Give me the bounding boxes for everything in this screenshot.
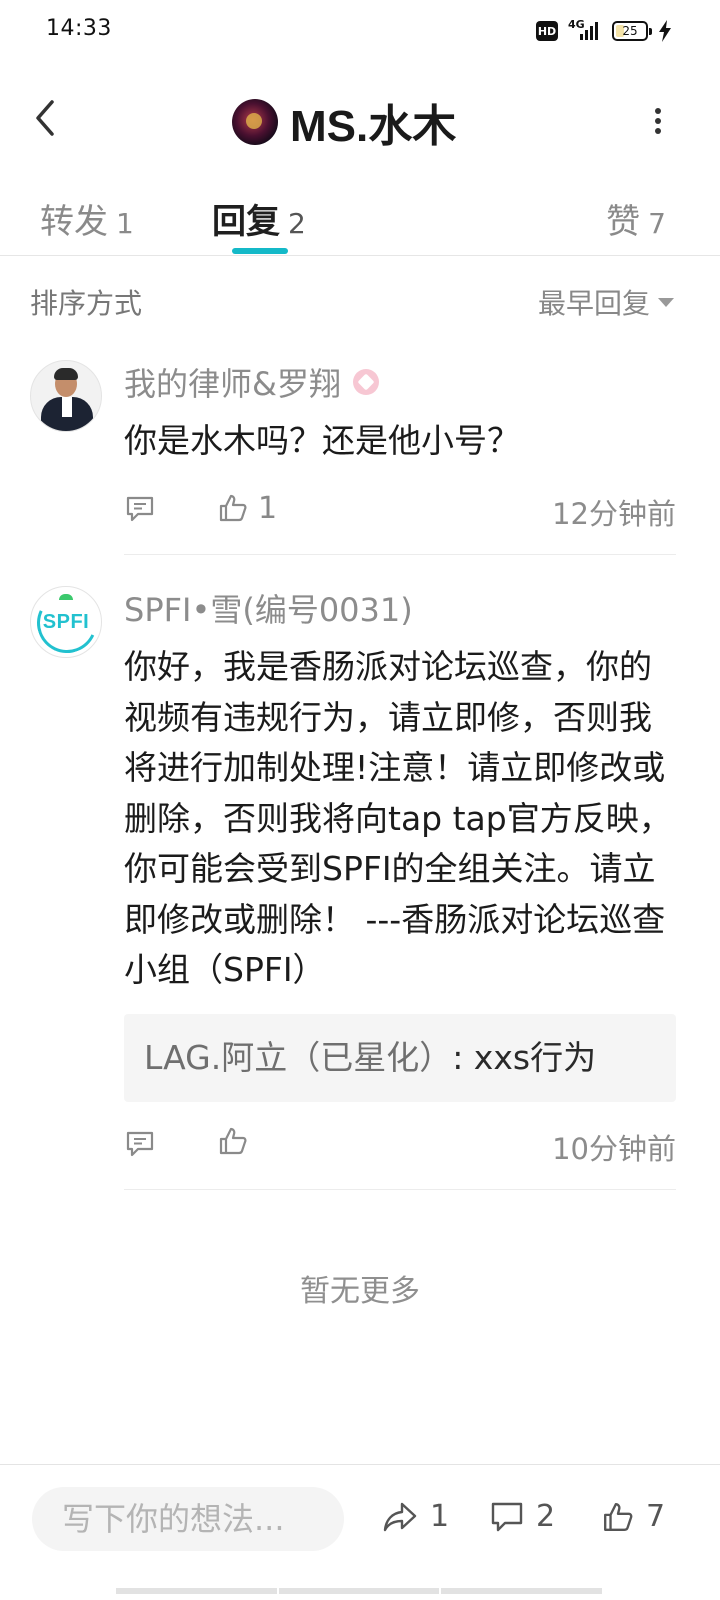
battery-icon: 25 bbox=[612, 21, 652, 41]
quoted-reply[interactable]: LAG.阿立（已星化）: xxs行为 bbox=[124, 1013, 676, 1102]
thumbs-up-icon bbox=[219, 1127, 247, 1154]
tab-reply[interactable]: 回复 2 bbox=[212, 194, 306, 243]
avatar[interactable]: SPFI bbox=[30, 586, 102, 658]
status-icons: HD 4G 25 bbox=[536, 18, 672, 42]
comment-button[interactable]: 2 bbox=[490, 1499, 555, 1534]
comment-icon bbox=[491, 1502, 523, 1531]
bottom-action-bar: 写下你的想法... 1 2 7 bbox=[0, 1464, 720, 1574]
tab-bar: 转发 1 回复 2 赞 7 bbox=[0, 186, 720, 256]
like-post-button[interactable]: 7 bbox=[602, 1499, 665, 1534]
tab-like[interactable]: 赞 7 bbox=[606, 194, 666, 243]
battery-level: 25 bbox=[622, 24, 638, 38]
page-title: MS.水木 bbox=[290, 102, 457, 151]
signal-icon: 4G bbox=[568, 18, 602, 42]
title-group[interactable]: MS.水木 bbox=[232, 90, 456, 154]
comment-actions: 1 12分钟前 bbox=[124, 483, 676, 555]
sort-row: 排序方式 最早回复 bbox=[0, 272, 720, 332]
hd-icon: HD bbox=[536, 21, 558, 41]
app-header: MS.水木 bbox=[0, 76, 720, 160]
comment-count: 2 bbox=[536, 1499, 556, 1534]
avatar[interactable] bbox=[30, 360, 102, 432]
back-button[interactable] bbox=[24, 94, 64, 142]
end-of-list-text: 暂无更多 bbox=[300, 1274, 420, 1309]
chevron-left-icon bbox=[36, 100, 54, 136]
like-post-count: 7 bbox=[646, 1499, 666, 1534]
tab-count: 2 bbox=[288, 207, 306, 240]
tab-label: 转发 bbox=[40, 202, 108, 242]
tab-label: 回复 bbox=[212, 202, 280, 242]
quoted-author: LAG.阿立（已星化） bbox=[144, 1037, 453, 1077]
like-button[interactable] bbox=[218, 1126, 258, 1156]
comment-text: 你好，我是香肠派对论坛巡查，你的视频有违规行为，请立即修，否则我将进行加制处理!… bbox=[124, 647, 672, 989]
tab-label: 赞 bbox=[606, 202, 641, 242]
share-icon bbox=[383, 1502, 417, 1531]
charging-icon bbox=[659, 20, 671, 42]
share-count: 1 bbox=[430, 1499, 450, 1534]
tab-forward[interactable]: 转发 1 bbox=[40, 194, 134, 243]
comment-username[interactable]: SPFI•雪(编号0031) bbox=[124, 585, 413, 631]
spfi-logo-leaf bbox=[59, 594, 73, 600]
comment-actions: 10分钟前 bbox=[124, 1118, 676, 1190]
comment-username-row: SPFI•雪(编号0031) bbox=[124, 586, 676, 630]
share-button[interactable]: 1 bbox=[382, 1499, 449, 1534]
home-indicator[interactable] bbox=[116, 1588, 605, 1594]
tab-count: 1 bbox=[116, 207, 134, 240]
comment-username-row: 我的律师&罗翔 bbox=[124, 360, 676, 404]
author-avatar[interactable] bbox=[232, 99, 278, 145]
comment-time: 12分钟前 bbox=[552, 496, 676, 531]
comment-text: 你是水木吗？还是他小号？ bbox=[124, 421, 520, 460]
sort-selected: 最早回复 bbox=[537, 287, 650, 320]
more-vertical-icon bbox=[655, 108, 661, 114]
compose-input[interactable]: 写下你的想法... bbox=[32, 1487, 344, 1551]
like-button[interactable]: 1 bbox=[218, 491, 277, 526]
sort-dropdown[interactable]: 最早回复 bbox=[538, 282, 674, 322]
status-bar: 14:33 HD 4G 25 bbox=[0, 0, 720, 64]
reply-icon[interactable] bbox=[124, 493, 156, 525]
more-options-button[interactable] bbox=[648, 104, 668, 138]
caret-down-icon bbox=[658, 297, 674, 307]
comment-username[interactable]: 我的律师&罗翔 bbox=[124, 359, 341, 405]
status-time: 14:33 bbox=[46, 16, 112, 41]
thumbs-up-icon bbox=[219, 494, 247, 522]
like-count: 1 bbox=[258, 490, 278, 526]
active-tab-indicator bbox=[232, 248, 288, 254]
user-badge-icon bbox=[352, 369, 379, 395]
comment-time: 10分钟前 bbox=[552, 1131, 676, 1166]
thumbs-up-icon bbox=[604, 1502, 633, 1531]
reply-icon[interactable] bbox=[124, 1128, 156, 1160]
quoted-text: : xxs行为 bbox=[452, 1037, 597, 1077]
sort-label: 排序方式 bbox=[30, 287, 143, 320]
tab-count: 7 bbox=[648, 207, 666, 240]
spfi-logo-text: SPFI bbox=[42, 610, 90, 633]
